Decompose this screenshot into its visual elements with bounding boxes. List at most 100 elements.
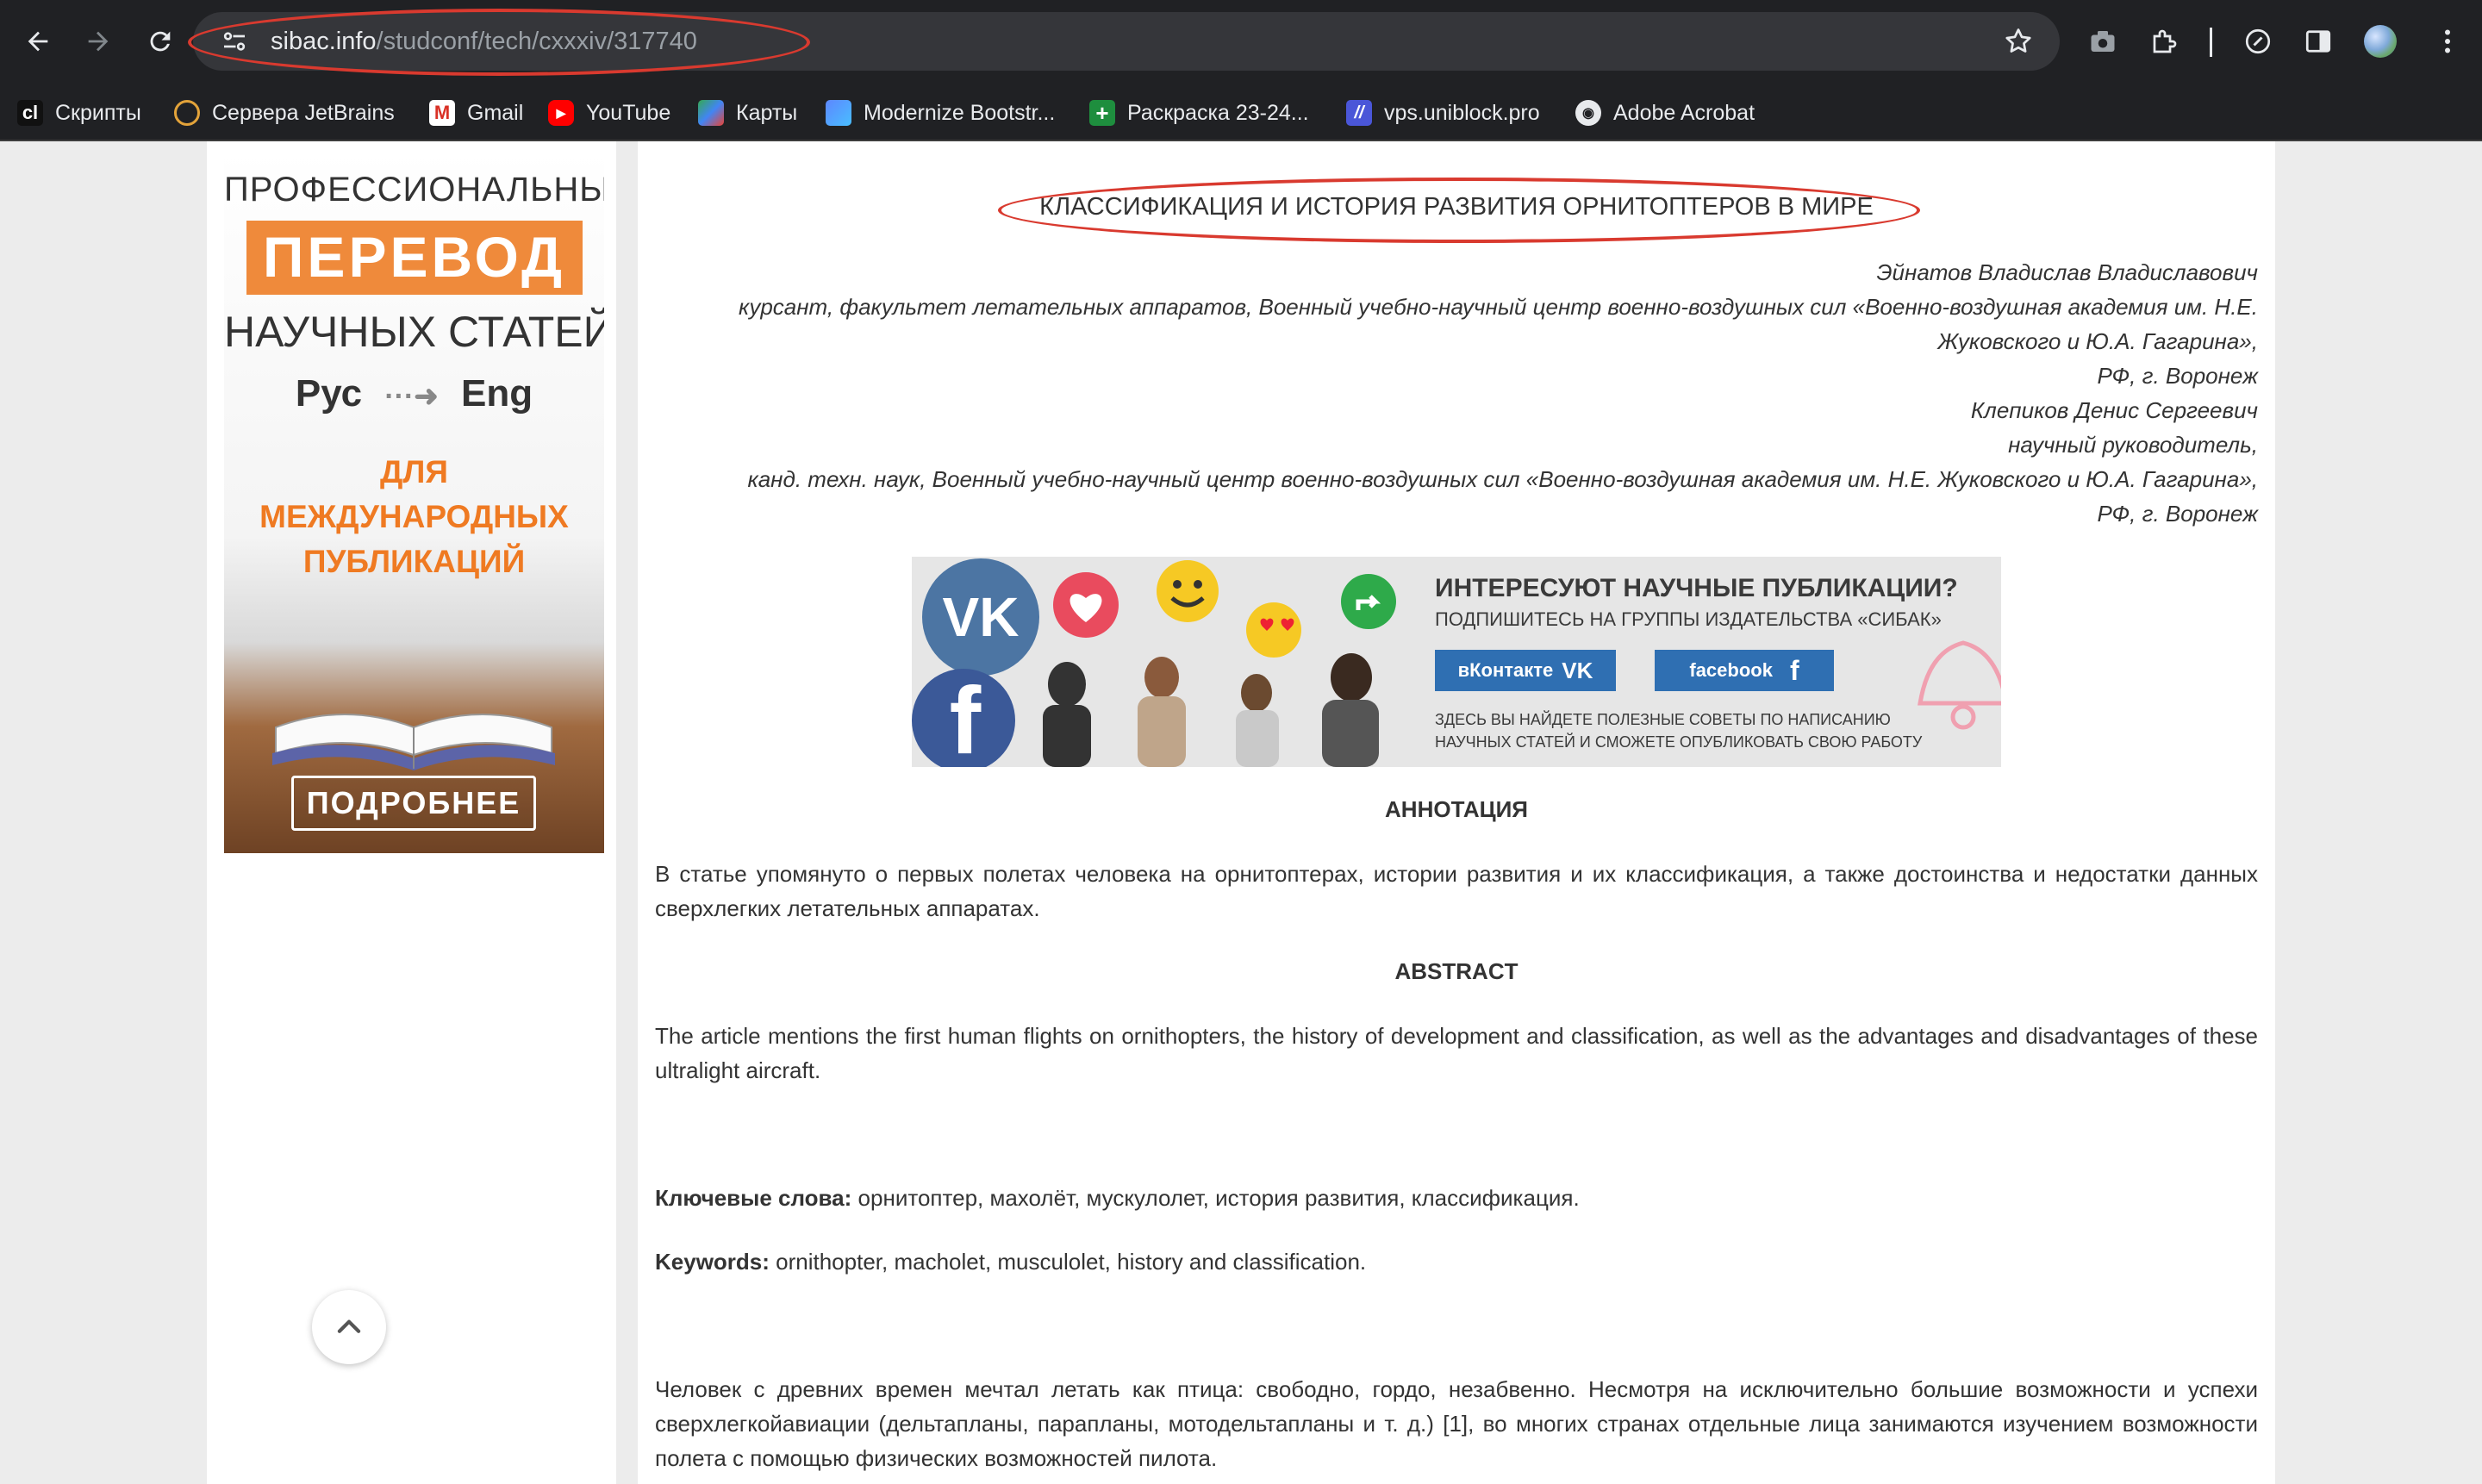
speed-extension-button[interactable] <box>2241 24 2275 59</box>
camera-button[interactable] <box>2086 24 2120 59</box>
author-2-role: научный руководитель, <box>2008 432 2258 458</box>
vk-icon: VK <box>1562 657 1593 683</box>
social-banner[interactable]: VK f ИНТЕРЕСУЮТ НАУЧНЫЕ ПУБЛИКАЦИИ? ПОДП… <box>912 557 2001 767</box>
forward-button[interactable] <box>78 21 119 62</box>
banner-illustration: VK f <box>912 558 1396 767</box>
ad-line2: ПЕРЕВОД <box>262 225 565 289</box>
keywords-en-label: Keywords: <box>655 1249 770 1275</box>
bookmark-maps[interactable]: Карты <box>698 97 797 129</box>
more-vert-icon <box>2445 29 2450 53</box>
bell-icon <box>1918 640 2001 730</box>
keywords-ru-label: Ключевые слова: <box>655 1185 852 1211</box>
globe-icon: ◉ <box>1575 100 1601 126</box>
gmail-icon: M <box>429 100 455 126</box>
author-1-affiliation: курсант, факультет летательных аппаратов… <box>739 294 2258 320</box>
maps-icon <box>698 100 724 126</box>
cl-logo-icon: cl <box>17 100 43 126</box>
bookmark-jetbrains[interactable]: Сервера JetBrains <box>174 97 395 129</box>
menu-button[interactable] <box>2430 24 2465 59</box>
banner-subheading: ПОДПИШИТЕСЬ НА ГРУППЫ ИЗДАТЕЛЬСТВА «СИБА… <box>1435 608 1942 630</box>
toolbar-divider <box>2210 28 2212 57</box>
bookmark-star-icon[interactable] <box>2003 26 2034 57</box>
banner-footer-line1: ЗДЕСЬ ВЫ НАЙДЕТЕ ПОЛЕЗНЫЕ СОВЕТЫ ПО НАПИ… <box>1435 711 1891 728</box>
ad-lang-to: Eng <box>461 372 533 415</box>
puzzle-icon <box>2153 29 2177 53</box>
browser-toolbar: sibac.info/studconf/tech/cxxxiv/317740 <box>0 0 2482 84</box>
url-highlight-ellipse <box>188 9 810 76</box>
banner-footer: ЗДЕСЬ ВЫ НАЙДЕТЕ ПОЛЕЗНЫЕ СОВЕТЫ ПО НАПИ… <box>1435 708 1922 753</box>
annotation-text: В статье упомянуто о первых полетах чело… <box>655 861 2258 921</box>
open-book-icon <box>272 714 555 770</box>
bookmark-sheets[interactable]: + Раскраска 23-24... <box>1089 97 1309 129</box>
abstract-text: The article mentions the first human fli… <box>655 1023 2258 1083</box>
bookmark-modernize[interactable]: Modernize Bootstr... <box>826 97 1055 129</box>
body-paragraph: Человек с древних времен мечтал летать к… <box>655 1376 2258 1471</box>
bookmark-acrobat[interactable]: ◉ Adobe Acrobat <box>1575 97 1755 129</box>
bookmark-vps[interactable]: // vps.uniblock.pro <box>1346 97 1540 129</box>
page-viewport: ПРОФЕССИОНАЛЬНЫЙ ПЕРЕВОД НАУЧНЫХ СТАТЕЙ … <box>0 141 2482 1484</box>
youtube-icon: ▶ <box>548 100 574 126</box>
annotation-heading: АННОТАЦИЯ <box>1385 796 1528 822</box>
extensions-button[interactable] <box>2148 24 2182 59</box>
reload-button[interactable] <box>140 21 181 62</box>
bookmark-label: Adobe Acrobat <box>1613 100 1755 125</box>
author-2-affiliation: канд. техн. наук, Военный учебно-научный… <box>747 466 2258 492</box>
bookmarks-bar: cl Скрипты Сервера JetBrains M Gmail ▶ Y… <box>0 84 2482 141</box>
scroll-to-top-button[interactable] <box>312 1290 386 1364</box>
uniblock-icon: // <box>1346 100 1372 126</box>
avatar <box>2364 25 2397 58</box>
bookmark-label: Скрипты <box>55 100 141 125</box>
love-emoji-icon <box>1246 602 1301 658</box>
back-button[interactable] <box>17 21 59 62</box>
fb-button-label: facebook <box>1689 659 1773 681</box>
reload-icon <box>150 31 171 52</box>
fb-subscribe-button[interactable]: facebook f <box>1655 650 1834 691</box>
bookmark-label: Gmail <box>467 100 524 125</box>
author-1-affiliation-cont: Жуковского и Ю.А. Гагарина», <box>1937 328 2258 354</box>
camera-icon <box>2091 31 2115 52</box>
bookmark-label: Раскраска 23-24... <box>1127 100 1309 125</box>
ad-line1: ПРОФЕССИОНАЛЬНЫЙ <box>224 171 604 209</box>
bookmark-gmail[interactable]: M Gmail <box>429 97 523 129</box>
keywords-en: Keywords: ornithopter, macholet, musculo… <box>655 1244 2258 1279</box>
bookmark-label: Сервера JetBrains <box>212 100 395 125</box>
translation-ad[interactable]: ПРОФЕССИОНАЛЬНЫЙ ПЕРЕВОД НАУЧНЫХ СТАТЕЙ … <box>224 150 604 853</box>
svg-text:f: f <box>950 668 982 767</box>
left-sidebar: ПРОФЕССИОНАЛЬНЫЙ ПЕРЕВОД НАУЧНЫХ СТАТЕЙ … <box>207 141 616 1484</box>
bookmark-label: Modernize Bootstr... <box>864 100 1056 125</box>
svg-text:VK: VK <box>943 586 1020 648</box>
author-2-location: РФ, г. Воронеж <box>2097 501 2258 527</box>
author-2-name: Клепиков Денис Сергеевич <box>1970 397 2258 423</box>
bookmark-label: Карты <box>736 100 798 125</box>
ad-line3: НАУЧНЫХ СТАТЕЙ <box>224 308 604 356</box>
bookmark-youtube[interactable]: ▶ YouTube <box>548 97 670 129</box>
banner-footer-line2: НАУЧНЫХ СТАТЕЙ И СМОЖЕТЕ ОПУБЛИКОВАТЬ СВ… <box>1435 733 1923 751</box>
bookmark-label: YouTube <box>586 100 671 125</box>
ad-more-button[interactable]: ПОДРОБНЕЕ <box>291 776 536 831</box>
vk-button-label: вКонтакте <box>1457 659 1554 681</box>
keywords-en-value: ornithopter, macholet, musculolet, histo… <box>769 1249 1367 1275</box>
keywords-ru-value: орнитоптер, махолёт, мускулолет, история… <box>851 1185 1580 1211</box>
bookmark-scripts[interactable]: cl Скрипты <box>17 97 141 129</box>
abstract-heading: ABSTRACT <box>1394 958 1519 984</box>
facebook-icon: f <box>1789 654 1799 686</box>
modernize-icon <box>826 100 851 126</box>
vk-subscribe-button[interactable]: вКонтакте VK <box>1435 650 1616 691</box>
chevron-up-icon <box>337 1319 361 1333</box>
side-panel-icon <box>2305 30 2331 53</box>
article-column: КЛАССИФИКАЦИЯ И ИСТОРИЯ РАЗВИТИЯ ОРНИТОП… <box>638 141 2275 1484</box>
gauge-icon <box>2245 28 2271 54</box>
banner-heading: ИНТЕРЕСУЮТ НАУЧНЫЕ ПУБЛИКАЦИИ? <box>1435 574 1958 602</box>
arrow-icon: ···➜ <box>384 380 439 413</box>
side-panel-button[interactable] <box>2301 24 2335 59</box>
smile-emoji-icon <box>1157 560 1219 622</box>
author-1-location: РФ, г. Воронеж <box>2097 363 2258 389</box>
ad-lang-from: Рус <box>295 372 363 415</box>
bookmark-label: vps.uniblock.pro <box>1384 100 1540 125</box>
profile-button[interactable] <box>2363 24 2398 59</box>
title-highlight-ellipse <box>998 178 1920 243</box>
ad-line5: ДЛЯ МЕЖДУНАРОДНЫХ ПУБЛИКАЦИЙ <box>259 454 569 579</box>
author-1-name: Эйнатов Владислав Владиславович <box>1876 259 2258 285</box>
keywords-ru: Ключевые слова: орнитоптер, махолёт, мус… <box>655 1181 2258 1215</box>
ad-languages: Рус ···➜ Eng <box>224 372 604 415</box>
